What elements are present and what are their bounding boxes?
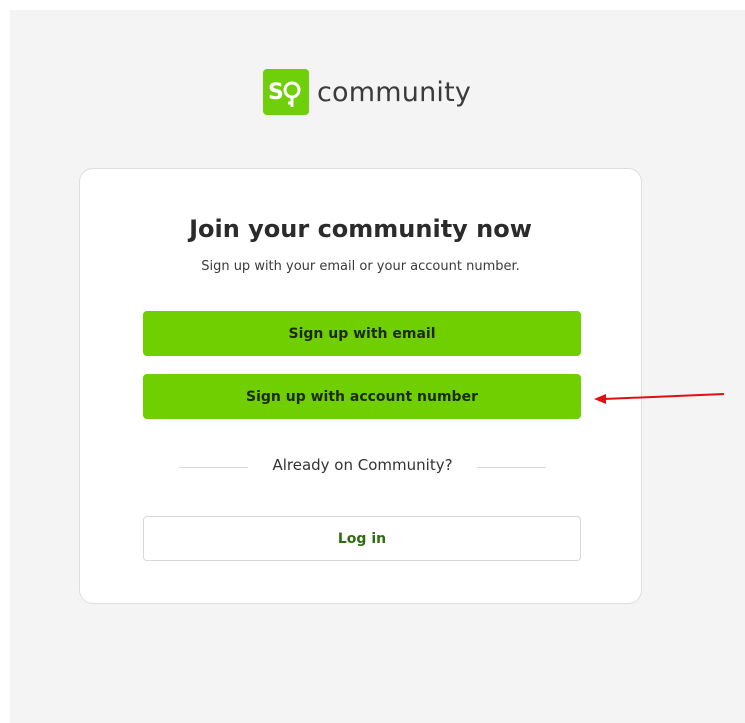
page-title: Join your community now [189, 215, 532, 243]
divider-text: Already on Community? [272, 456, 453, 474]
brand-name: community [317, 76, 472, 108]
login-button[interactable]: Log in [143, 516, 581, 561]
community-logo-icon: S [263, 69, 309, 115]
page-background: S community Join your community now Sign… [10, 10, 745, 723]
svg-text:S: S [268, 80, 284, 105]
brand-header: S community [263, 69, 471, 115]
page-subtitle: Sign up with your email or your account … [201, 259, 520, 274]
signup-account-number-button[interactable]: Sign up with account number [143, 374, 581, 419]
signup-email-button[interactable]: Sign up with email [143, 311, 581, 356]
login-divider: Already on Community? [179, 456, 546, 478]
signup-card: Join your community now Sign up with you… [79, 168, 642, 604]
divider-line-right [477, 467, 546, 468]
